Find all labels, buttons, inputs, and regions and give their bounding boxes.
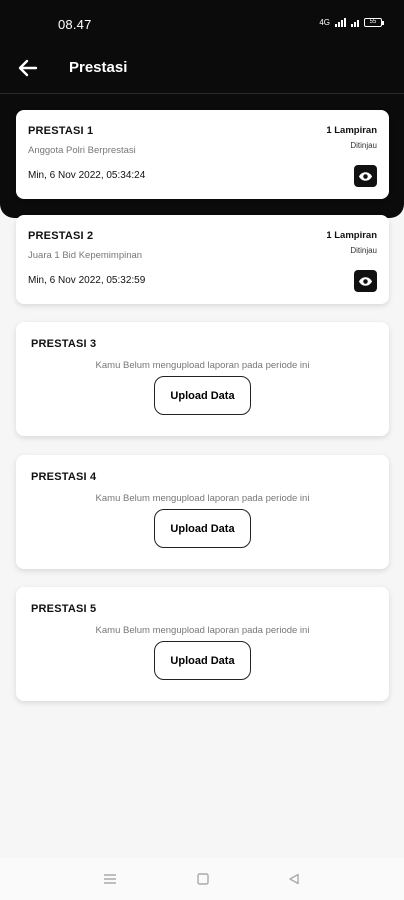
achievement-title: PRESTASI 3 <box>31 338 97 350</box>
status-icons: 4G 55 <box>319 18 384 27</box>
upload-data-button[interactable]: Upload Data <box>154 509 251 548</box>
menu-icon[interactable] <box>103 872 117 890</box>
achievement-title: PRESTASI 5 <box>31 603 97 615</box>
app-bar: Prestasi <box>0 48 404 88</box>
home-square-icon[interactable] <box>197 872 209 890</box>
achievement-card[interactable]: PRESTASI 1 Anggota Polri Berprestasi Min… <box>16 110 389 199</box>
back-triangle-icon[interactable] <box>288 872 300 890</box>
achievement-date: Min, 6 Nov 2022, 05:34:24 <box>28 170 146 181</box>
empty-message: Kamu Belum mengupload laporan pada perio… <box>95 493 310 504</box>
achievement-date: Min, 6 Nov 2022, 05:32:59 <box>28 275 146 286</box>
achievement-title: PRESTASI 1 <box>28 125 94 137</box>
achievement-subtitle: Anggota Polri Berprestasi <box>28 145 136 156</box>
system-nav-bar <box>0 858 404 900</box>
achievement-title: PRESTASI 4 <box>31 471 97 483</box>
view-button[interactable] <box>354 270 377 292</box>
empty-achievement-card: PRESTASI 3 Kamu Belum mengupload laporan… <box>16 322 389 436</box>
empty-achievement-card: PRESTASI 4 Kamu Belum mengupload laporan… <box>16 455 389 569</box>
status-badge: Ditinjau <box>350 246 377 255</box>
attachment-count: 1 Lampiran <box>326 230 377 241</box>
header-divider <box>0 93 404 94</box>
status-bar: 08.47 4G 55 <box>0 0 404 48</box>
view-button[interactable] <box>354 165 377 187</box>
empty-message: Kamu Belum mengupload laporan pada perio… <box>95 360 310 371</box>
eye-icon <box>358 171 373 181</box>
status-badge: Ditinjau <box>350 141 377 150</box>
battery-icon: 55 <box>364 18 384 27</box>
upload-data-button[interactable]: Upload Data <box>154 376 251 415</box>
achievement-card[interactable]: PRESTASI 2 Juara 1 Bid Kepemimpinan Min,… <box>16 215 389 304</box>
attachment-count: 1 Lampiran <box>326 125 377 136</box>
arrow-left-icon[interactable] <box>16 56 40 80</box>
page-title: Prestasi <box>69 59 128 76</box>
signal-icon <box>335 18 346 27</box>
network-label: 4G <box>319 18 330 27</box>
upload-data-button[interactable]: Upload Data <box>154 641 251 680</box>
wifi-signal-icon <box>351 18 359 27</box>
empty-achievement-card: PRESTASI 5 Kamu Belum mengupload laporan… <box>16 587 389 701</box>
achievement-title: PRESTASI 2 <box>28 230 94 242</box>
achievement-subtitle: Juara 1 Bid Kepemimpinan <box>28 250 143 261</box>
empty-message: Kamu Belum mengupload laporan pada perio… <box>95 625 310 636</box>
status-time: 08.47 <box>58 17 92 32</box>
eye-icon <box>358 276 373 286</box>
